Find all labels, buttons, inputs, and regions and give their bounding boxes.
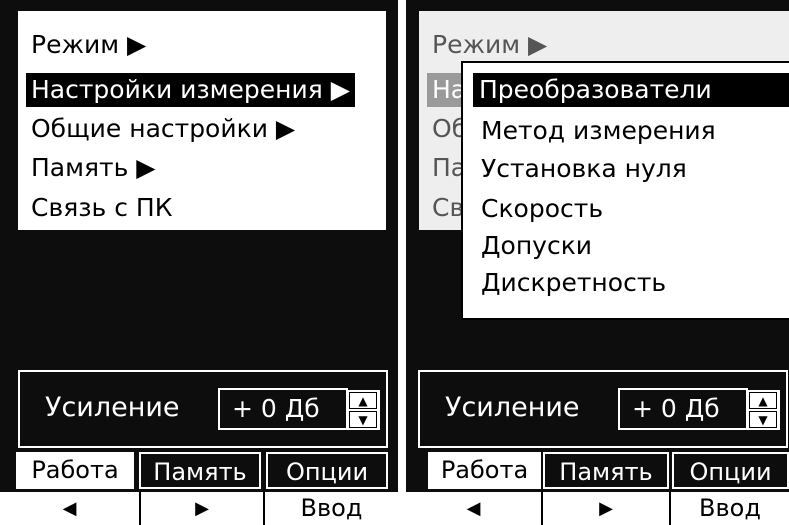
submenu-item-measurement-method[interactable]: Метод измерения: [475, 114, 722, 148]
device-screen-submenu: Режим ▶ На Об Па Св Преобразователи Мето…: [406, 0, 789, 525]
tab-bar: Работа Память Опции: [406, 452, 789, 489]
gain-value-field[interactable]: + 0 Дб: [618, 388, 748, 430]
spin-up-icon[interactable]: ▲: [349, 392, 377, 409]
gain-panel: Усиление + 0 Дб ▲ ▼: [18, 370, 388, 448]
submenu-item-resolution[interactable]: Дискретность: [475, 266, 672, 300]
device-screen-main-menu: Режим ▶ Настройки измерения ▶ Общие наст…: [0, 0, 398, 525]
tab-work[interactable]: Работа: [16, 452, 134, 489]
spin-down-icon[interactable]: ▼: [349, 411, 377, 428]
tab-bar: Работа Память Опции: [0, 452, 398, 489]
menu-item-general-settings[interactable]: Общие настройки ▶: [26, 112, 300, 146]
submenu-item-transducers[interactable]: Преобразователи: [473, 73, 789, 107]
tab-memory[interactable]: Память: [543, 452, 669, 489]
tab-options[interactable]: Опции: [266, 452, 388, 489]
menu-item-memory[interactable]: Память ▶: [26, 151, 161, 185]
tab-memory[interactable]: Память: [139, 452, 261, 489]
gain-value: + 0 Дб: [632, 394, 720, 423]
measurement-submenu: Преобразователи Метод измерения Установк…: [461, 61, 789, 320]
main-menu: Режим ▶ Настройки измерения ▶ Общие наст…: [18, 11, 386, 230]
submenu-item-speed[interactable]: Скорость: [475, 192, 609, 226]
submenu-item-tolerances[interactable]: Допуски: [475, 229, 598, 263]
right-arrow-icon[interactable]: ▶: [541, 492, 669, 525]
enter-button[interactable]: Ввод: [669, 492, 789, 525]
spin-down-icon[interactable]: ▼: [749, 411, 777, 428]
softkey-bar: ◀ ▶ Ввод: [0, 492, 398, 525]
right-arrow-icon[interactable]: ▶: [139, 492, 263, 525]
submenu-item-zero-setting[interactable]: Установка нуля: [475, 152, 693, 186]
enter-button[interactable]: Ввод: [263, 492, 398, 525]
menu-item-mode[interactable]: Режим ▶: [427, 28, 552, 62]
gain-panel: Усиление + 0 Дб ▲ ▼: [418, 370, 788, 448]
gain-spinner: ▲ ▼: [346, 390, 380, 430]
left-arrow-icon[interactable]: ◀: [406, 492, 541, 525]
menu-item-measurement-settings[interactable]: Настройки измерения ▶: [26, 73, 355, 107]
spin-up-icon[interactable]: ▲: [749, 392, 777, 409]
menu-item-pc-link[interactable]: Связь с ПК: [26, 191, 177, 225]
softkey-bar: ◀ ▶ Ввод: [406, 492, 789, 525]
gain-label: Усиление: [45, 392, 180, 423]
tab-options[interactable]: Опции: [672, 452, 789, 489]
gain-value: + 0 Дб: [232, 394, 320, 423]
left-arrow-icon[interactable]: ◀: [0, 492, 139, 525]
gain-spinner: ▲ ▼: [746, 390, 780, 430]
menu-item-mode[interactable]: Режим ▶: [26, 28, 151, 62]
tab-work[interactable]: Работа: [428, 452, 541, 489]
gain-value-field[interactable]: + 0 Дб: [218, 388, 348, 430]
gain-label: Усиление: [445, 392, 580, 423]
